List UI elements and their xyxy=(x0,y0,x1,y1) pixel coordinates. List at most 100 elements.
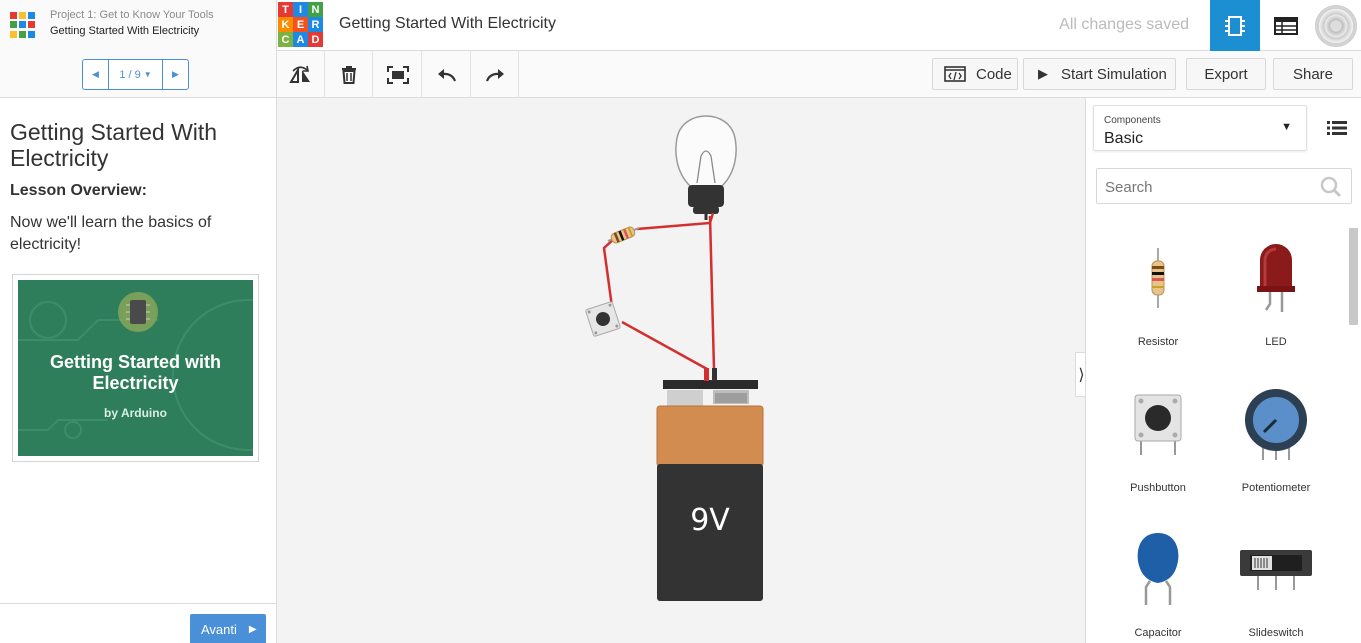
fit-view-icon xyxy=(386,65,409,84)
rotate-icon xyxy=(288,65,310,83)
thumbnail-title: Getting Started with Electricity xyxy=(50,352,221,393)
redo-icon xyxy=(485,68,504,81)
list-view-toggle[interactable] xyxy=(1312,105,1361,151)
logo-letter: I xyxy=(293,2,308,17)
undo-button[interactable] xyxy=(423,51,471,98)
editor-toolbar: Code ▶ Start Simulation Export Share xyxy=(277,51,1361,98)
next-lesson-button[interactable]: Avanti ▶ xyxy=(190,614,266,643)
part-resistor[interactable]: Resistor xyxy=(1098,223,1218,363)
resistor-icon xyxy=(1098,223,1218,333)
share-label: Share xyxy=(1292,65,1334,83)
share-button[interactable]: Share xyxy=(1273,58,1353,90)
zoom-to-fit-button[interactable] xyxy=(374,51,422,98)
lesson-thumbnail[interactable]: Getting Started with Electricity by Ardu… xyxy=(12,274,259,462)
part-capacitor[interactable]: Capacitor xyxy=(1098,514,1218,643)
chevron-right-icon: ⟩ xyxy=(1078,366,1085,384)
redo-button[interactable] xyxy=(471,51,519,98)
play-arrow-icon: ▶ xyxy=(248,623,257,635)
battery-9v-component[interactable] xyxy=(656,368,764,601)
lesson-text: Now we'll learn the basics of electricit… xyxy=(10,214,212,253)
part-name: LED xyxy=(1265,336,1287,348)
logo-letter: D xyxy=(308,32,323,47)
step-counter: 1 / 9 xyxy=(119,68,141,81)
code-button-label: Code xyxy=(976,65,1012,83)
part-name: Resistor xyxy=(1137,336,1179,348)
user-avatar[interactable] xyxy=(1315,5,1357,47)
logo-letter: K xyxy=(278,17,293,32)
part-pushbutton[interactable]: Pushbutton xyxy=(1098,369,1218,509)
lesson-overview-heading: Lesson Overview: xyxy=(10,182,147,199)
trash-icon xyxy=(341,65,356,84)
resistor-component[interactable] xyxy=(607,226,640,244)
code-editor-icon xyxy=(944,66,966,82)
lesson-footer: Avanti ▶ xyxy=(0,603,276,643)
logo-letter: E xyxy=(293,17,308,32)
table-icon xyxy=(1274,16,1298,35)
lesson-pager: ◀ 1 / 9 ▼ ▶ xyxy=(82,59,189,90)
led-icon xyxy=(1216,223,1336,333)
components-panel: Components Basic ▼ Search Resistor LED P… xyxy=(1085,98,1361,643)
lesson-thumbnail-image: Getting Started with Electricity by Ardu… xyxy=(18,280,253,456)
pushbutton-component[interactable] xyxy=(585,301,621,337)
project-subtitle: Project 1: Get to Know Your Tools xyxy=(50,9,214,21)
code-button[interactable]: Code xyxy=(932,58,1018,90)
thumbnail-byline: by Arduino xyxy=(104,406,167,420)
logo-letter: A xyxy=(293,32,308,47)
search-icon[interactable] xyxy=(1320,176,1342,198)
part-name: Slideswitch xyxy=(1248,627,1304,639)
project-info[interactable]: Project 1: Get to Know Your Tools Gettin… xyxy=(0,0,277,51)
start-simulation-button[interactable]: ▶ Start Simulation xyxy=(1023,58,1176,90)
logo-letter: R xyxy=(308,17,323,32)
circuit-view-button[interactable] xyxy=(1210,0,1260,51)
search-input[interactable] xyxy=(1105,177,1305,197)
play-icon: ▶ xyxy=(1038,66,1048,81)
start-simulation-label: Start Simulation xyxy=(1061,65,1167,83)
part-led[interactable]: LED xyxy=(1216,223,1336,363)
step-selector[interactable]: 1 / 9 ▼ xyxy=(108,60,163,89)
part-name: Pushbutton xyxy=(1130,482,1186,494)
slideswitch-icon xyxy=(1216,514,1336,624)
components-dropdown-label: Components xyxy=(1104,115,1161,126)
logo-letter: C xyxy=(278,32,293,47)
next-step-button[interactable]: ▶ xyxy=(163,60,188,89)
list-icon xyxy=(1327,121,1347,135)
caret-down-icon: ▼ xyxy=(143,70,152,79)
tinkercad-logo[interactable]: T I N K E R C A D xyxy=(278,2,323,47)
light-bulb[interactable] xyxy=(675,115,737,220)
part-potentiometer[interactable]: Potentiometer xyxy=(1216,369,1336,509)
part-name: Capacitor xyxy=(1134,627,1182,639)
logo-letter: T xyxy=(278,2,293,17)
delete-button[interactable] xyxy=(325,51,373,98)
undo-icon xyxy=(437,68,456,81)
top-bar: Project 1: Get to Know Your Tools Gettin… xyxy=(0,0,1361,51)
lesson-pager-bar: ◀ 1 / 9 ▼ ▶ xyxy=(0,51,276,98)
project-title: Getting Started With Electricity xyxy=(50,25,200,37)
lesson-title: Getting Started With Electricity xyxy=(10,119,218,171)
component-grid: Resistor LED Pushbutton Potentiometer Ca… xyxy=(1086,223,1348,643)
potentiometer-icon xyxy=(1216,369,1336,479)
component-search xyxy=(1096,168,1352,204)
part-name: Potentiometer xyxy=(1241,482,1311,494)
chevron-right-icon: ▶ xyxy=(172,69,179,79)
capacitor-icon xyxy=(1098,514,1218,624)
part-slideswitch[interactable]: Slideswitch xyxy=(1216,514,1336,643)
design-title[interactable]: Getting Started With Electricity xyxy=(339,15,556,33)
rotate-button[interactable] xyxy=(277,51,325,98)
battery-label: 9V xyxy=(690,503,730,538)
circuit-canvas[interactable]: 9V xyxy=(277,98,1085,643)
next-lesson-label: Avanti xyxy=(201,621,237,637)
pushbutton-icon xyxy=(1098,369,1218,479)
prev-step-button[interactable]: ◀ xyxy=(83,60,108,89)
chip-icon xyxy=(1225,15,1245,36)
logo-letter: N xyxy=(308,2,323,17)
export-button[interactable]: Export xyxy=(1186,58,1266,90)
lesson-panel: ◀ 1 / 9 ▼ ▶ Getting Started With Electri… xyxy=(0,51,277,643)
project-icon xyxy=(10,12,36,38)
components-scrollbar[interactable] xyxy=(1349,228,1358,325)
components-dropdown[interactable]: Components Basic ▼ xyxy=(1093,105,1307,151)
export-label: Export xyxy=(1204,65,1248,83)
schematic-list-view-button[interactable] xyxy=(1261,0,1311,51)
caret-down-icon: ▼ xyxy=(1281,121,1292,133)
chevron-left-icon: ◀ xyxy=(92,69,99,79)
save-status: All changes saved xyxy=(1059,16,1189,33)
